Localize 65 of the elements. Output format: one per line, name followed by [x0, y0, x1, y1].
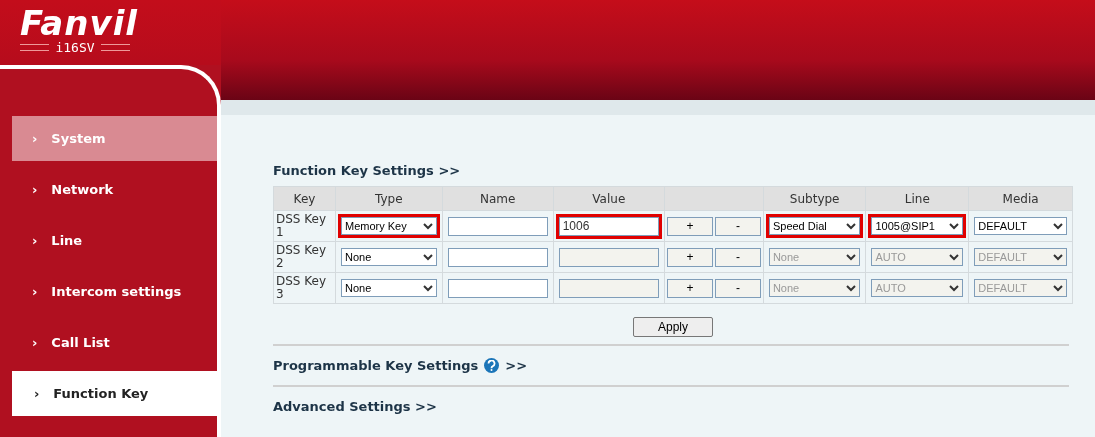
remove-button[interactable]: -: [714, 247, 761, 267]
chevron-down-icon: [949, 284, 960, 292]
chevron-down-icon: [949, 253, 960, 261]
chevron-down-icon: [1053, 253, 1063, 261]
type-select[interactable]: Memory Key: [341, 217, 437, 235]
model-name: i16SV: [55, 40, 95, 55]
logo-stripes: [100, 44, 130, 51]
chevron-down-icon: [846, 222, 857, 230]
add-button[interactable]: +: [666, 216, 713, 236]
remove-button[interactable]: -: [714, 278, 761, 298]
column-header: Type: [335, 186, 443, 211]
sidebar-item[interactable]: › Network: [12, 167, 217, 212]
section-link[interactable]: Advanced Settings >>: [273, 399, 437, 414]
sidebar-item[interactable]: › Line: [12, 218, 217, 263]
sidebar-label: Line: [51, 233, 83, 248]
column-header: Name: [442, 186, 554, 211]
input-field[interactable]: [447, 216, 548, 236]
line-select[interactable]: 1005@SIP1: [871, 217, 964, 235]
column-header: Media: [968, 186, 1073, 211]
sidebar-item[interactable]: › Intercom settings: [12, 269, 217, 314]
key-label: DSS Key 1: [276, 213, 328, 239]
help-icon[interactable]: [484, 358, 500, 373]
input-field[interactable]: 1006: [558, 216, 659, 236]
column-header: Line: [865, 186, 969, 211]
chevron-icon: ›: [32, 131, 38, 146]
section-link[interactable]: Programmable Key Settings: [273, 358, 479, 373]
chevron-down-icon: [1053, 222, 1063, 230]
chevron-down-icon: [1053, 284, 1063, 292]
chevron-icon: ›: [32, 233, 38, 248]
key-label: DSS Key 2: [276, 244, 328, 270]
column-header: Value: [553, 186, 665, 211]
subtype-select[interactable]: Speed Dial: [768, 217, 861, 235]
sidebar-item[interactable]: › Function Key: [12, 371, 217, 416]
sidebar-item[interactable]: › Call List: [12, 320, 217, 365]
logo-stripes: [20, 44, 50, 51]
apply-button[interactable]: Apply: [633, 317, 713, 337]
sidebar-label: Intercom settings: [51, 284, 182, 299]
chevron-down-icon: [846, 284, 857, 292]
sidebar-label: Call List: [51, 335, 110, 350]
key-label: DSS Key 3: [276, 275, 328, 301]
add-button[interactable]: +: [666, 247, 713, 267]
sidebar-label: System: [51, 131, 106, 146]
column-header: Subtype: [763, 186, 866, 211]
sidebar-label: Function Key: [53, 386, 149, 401]
chevron-icon: ›: [34, 386, 40, 401]
chevron-down-icon: [846, 253, 857, 261]
chevron-icon: ›: [32, 182, 38, 197]
remove-button[interactable]: -: [714, 216, 761, 236]
input-field[interactable]: [447, 278, 548, 298]
add-button[interactable]: +: [666, 278, 713, 298]
column-header: Key: [273, 186, 336, 211]
section-link[interactable]: >>: [505, 358, 528, 373]
chevron-down-icon: [422, 284, 433, 292]
section-title: Function Key Settings >>: [273, 163, 462, 178]
sidebar-label: Network: [51, 182, 114, 197]
type-select[interactable]: None: [341, 279, 437, 297]
chevron-down-icon: [949, 222, 960, 230]
logo: Fanvil: [20, 6, 138, 40]
chevron-icon: ›: [32, 284, 38, 299]
input-field[interactable]: [447, 247, 548, 267]
chevron-down-icon: [422, 222, 433, 230]
type-select[interactable]: None: [341, 248, 437, 266]
media-select[interactable]: DEFAULT: [974, 217, 1067, 235]
chevron-down-icon: [422, 253, 433, 261]
chevron-icon: ›: [32, 335, 38, 350]
